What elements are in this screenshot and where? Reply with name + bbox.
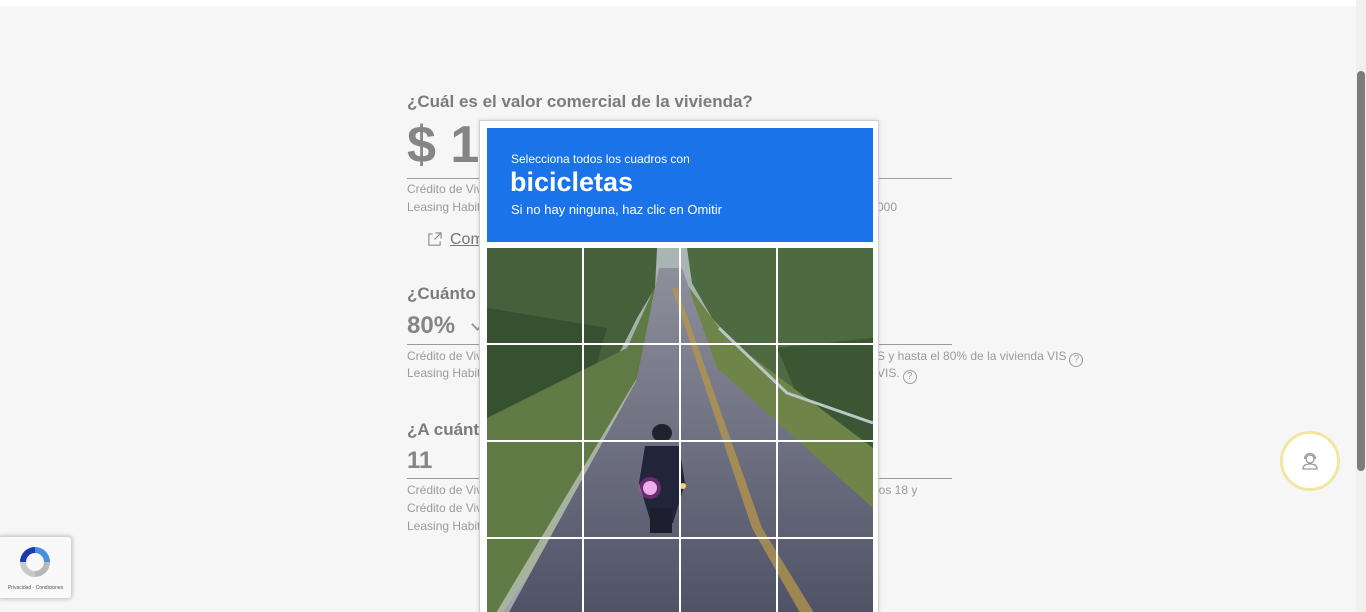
note-leasing: Leasing Habit [407,200,481,214]
home-value-input[interactable]: $ 1 [407,116,479,174]
note-credito-vivienda-4: Crédito de Viv [407,501,483,515]
note-leasing-3: Leasing Habit [407,519,481,533]
challenge-tile[interactable] [487,345,582,440]
note-vis: VIS.? [877,366,917,384]
support-agent-icon [1302,452,1318,470]
note-leasing-2: Leasing Habit [407,366,481,380]
challenge-tile[interactable] [778,248,873,343]
challenge-tile[interactable] [778,539,873,612]
question-term: ¿A cuánto [407,420,490,439]
challenge-tile[interactable] [584,248,679,343]
finance-percent-select[interactable]: 80% [407,312,455,340]
scrollbar-thumb[interactable] [1357,71,1365,471]
note-vis-limit: S y hasta el 80% de la vivienda VIS? [877,349,1084,367]
challenge-tile[interactable] [681,442,776,537]
challenge-tile[interactable] [681,345,776,440]
support-chat-button[interactable] [1280,431,1340,491]
question-home-value: ¿Cuál es el valor comercial de la vivien… [407,92,753,111]
challenge-tile[interactable] [584,442,679,537]
note-credito-vivienda-2: Crédito de Viv [407,349,483,363]
help-icon[interactable]: ? [902,370,917,384]
challenge-tile[interactable] [487,442,582,537]
challenge-tile[interactable] [681,539,776,612]
challenge-header: Selecciona todos los cuadros con bicicle… [487,128,873,242]
challenge-image-grid [487,248,873,612]
page-scrollbar[interactable] [1356,0,1366,612]
challenge-target: bicicletas [510,167,634,197]
note-credito-vivienda: Crédito de Viv [407,182,483,196]
challenge-tile[interactable] [778,345,873,440]
challenge-tile[interactable] [487,248,582,343]
recaptcha-badge[interactable]: Privacidad - Condiciones [0,537,71,598]
challenge-tile[interactable] [487,539,582,612]
term-input[interactable]: 11 [407,447,432,475]
challenge-tile[interactable] [778,442,873,537]
note-credito-vivienda-3: Crédito de Viv [407,483,483,497]
badge-privacy-terms[interactable]: Privacidad - Condiciones [0,585,71,591]
recaptcha-logo-icon [20,547,50,577]
help-icon[interactable]: ? [1069,353,1084,367]
challenge-tile[interactable] [681,248,776,343]
note-leasing-tail: 000 [877,200,898,214]
challenge-hint: Si no hay ninguna, haz clic en Omitir [511,202,722,217]
external-link-icon [428,232,442,246]
challenge-instruction: Selecciona todos los cuadros con [511,152,690,166]
challenge-tile[interactable] [584,539,679,612]
challenge-tile[interactable] [584,345,679,440]
recaptcha-challenge: Selecciona todos los cuadros con bicicle… [479,120,879,612]
top-bar [0,0,1356,6]
